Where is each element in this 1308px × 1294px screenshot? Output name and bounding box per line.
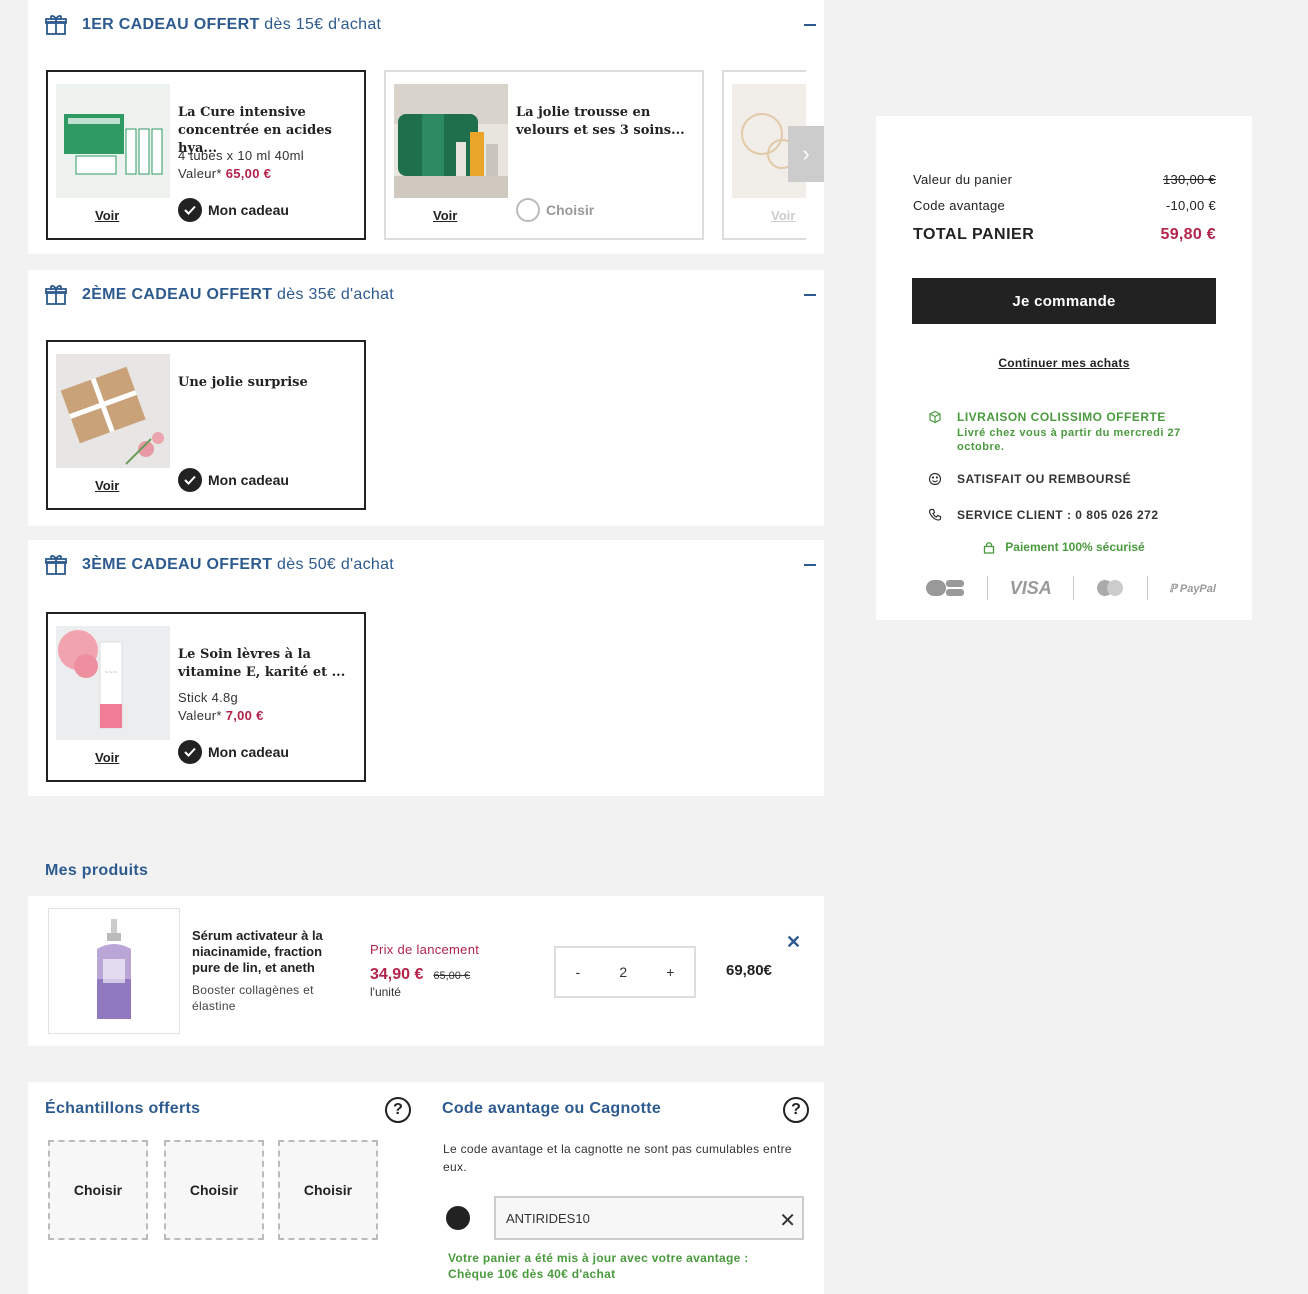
paypal-icon: ℙ PayPal <box>1169 582 1216 595</box>
divider <box>1073 576 1075 600</box>
voir-link[interactable]: Voir <box>95 750 119 765</box>
remove-icon[interactable]: ✕ <box>786 932 801 953</box>
product-subtitle: Booster collagènes et élastine <box>192 983 314 1013</box>
continue-shopping-link[interactable]: Continuer mes achats <box>876 356 1252 370</box>
clear-icon[interactable]: ✕ <box>779 1208 796 1233</box>
payment-logos: VISA ℙ PayPal <box>926 576 1216 600</box>
help-icon[interactable]: ? <box>385 1097 411 1123</box>
code-success-message: Votre panier a été mis à jour avec votre… <box>448 1251 749 1281</box>
box-icon <box>929 410 941 424</box>
gift-image <box>56 84 170 198</box>
phone-icon <box>928 508 942 521</box>
gift-selected[interactable]: Mon cadeau <box>178 740 289 764</box>
quantity-stepper: - 2 + <box>554 946 696 998</box>
check-icon <box>178 198 202 222</box>
gift-image: ~~~ <box>56 626 170 740</box>
delivery-info: LIVRAISON COLISSIMO OFFERTE Livré chez v… <box>928 410 1197 454</box>
gift-section-title: 1ER CADEAU OFFERT dès 15€ d'achat <box>82 16 382 33</box>
sample-slot[interactable]: Choisir <box>48 1140 148 1240</box>
gift-name: La jolie trousse en velours et ses 3 soi… <box>516 105 685 138</box>
lock-icon <box>984 541 995 554</box>
gift-value: Valeur* 7,00 € <box>178 708 264 723</box>
product-price: 34,90 € 65,00 € <box>370 966 470 984</box>
sample-slot[interactable]: Choisir <box>278 1140 378 1240</box>
cb-card-icon <box>926 580 964 596</box>
gift-section-1: 1ER CADEAU OFFERT dès 15€ d'achat La Cur… <box>28 0 824 254</box>
samples-title: Échantillons offerts <box>45 1100 201 1117</box>
gift-section-title: 2ÈME CADEAU OFFERT dès 35€ d'achat <box>82 286 395 303</box>
gift-qty: 4 tubes x 10 ml 40ml <box>178 148 304 163</box>
gift-name: Une jolie surprise <box>178 375 308 390</box>
collapse-icon[interactable] <box>804 564 816 566</box>
gift-qty: Stick 4.8g <box>178 690 239 705</box>
cart-value-row: Valeur du panier 130,00 € <box>913 172 1216 187</box>
current-price: 34,90 € <box>370 966 424 983</box>
radio-selected[interactable] <box>446 1206 470 1230</box>
secure-payment: Paiement 100% sécurisé <box>876 540 1252 554</box>
gift-card-selected[interactable]: ~~~ Le Soin lèvres à la vitamine E, kari… <box>46 612 366 782</box>
code-title: Code avantage ou Cagnotte <box>442 1100 662 1117</box>
gift-selected[interactable]: Mon cadeau <box>178 468 289 492</box>
gift-choose[interactable]: Choisir <box>516 198 594 222</box>
help-icon[interactable]: ? <box>783 1097 809 1123</box>
gift-image <box>394 84 508 198</box>
check-icon <box>178 468 202 492</box>
chevron-right-icon[interactable]: › <box>788 126 824 182</box>
increment-button[interactable]: + <box>666 964 674 980</box>
decrement-button[interactable]: - <box>576 964 581 980</box>
gift-icon <box>45 555 67 575</box>
gift-card-selected[interactable]: Une jolie surprise Voir Mon cadeau <box>46 340 366 510</box>
gift-section-header[interactable]: 1ER CADEAU OFFERT dès 15€ d'achat <box>44 0 808 50</box>
sample-slot[interactable]: Choisir <box>164 1140 264 1240</box>
launch-label: Prix de lancement <box>370 942 480 957</box>
samples-code-panel: Échantillons offerts ? Choisir Choisir C… <box>28 1082 824 1294</box>
order-summary: Valeur du panier 130,00 € Code avantage -1… <box>876 116 1252 620</box>
gift-icon <box>45 285 67 305</box>
unit-label: l'unité <box>370 985 401 999</box>
collapse-icon[interactable] <box>804 24 816 26</box>
gift-section-title: 3ÈME CADEAU OFFERT dès 50€ d'achat <box>82 556 395 573</box>
gift-card[interactable]: La jolie trousse en velours et ses 3 soi… <box>384 70 704 240</box>
products-title: Mes produits <box>45 862 149 879</box>
gift-value: Valeur* 65,00 € <box>178 166 272 181</box>
mastercard-icon <box>1097 580 1124 596</box>
order-button[interactable]: Je commande <box>912 278 1216 324</box>
svg-text:~~~: ~~~ <box>105 670 118 676</box>
code-input[interactable]: ANTIRIDES10 ✕ <box>494 1196 804 1240</box>
product-name[interactable]: Sérum activateur à la niacinamide, fract… <box>192 928 342 976</box>
collapse-icon[interactable] <box>804 294 816 296</box>
gift-icon <box>45 15 67 35</box>
gift-section-header[interactable]: 3ÈME CADEAU OFFERT dès 50€ d'achat <box>44 540 808 590</box>
code-row: Code avantage -10,00 € <box>913 198 1216 213</box>
total-row: TOTAL PANIER 59,80 € <box>913 226 1216 243</box>
visa-icon: VISA <box>1009 577 1052 598</box>
voir-link[interactable]: Voir <box>95 478 119 493</box>
voir-link[interactable]: Voir <box>771 208 795 223</box>
gift-section-header[interactable]: 2ÈME CADEAU OFFERT dès 35€ d'achat <box>44 270 808 320</box>
customer-service-info: SERVICE CLIENT : 0 805 026 272 <box>928 508 1159 522</box>
check-icon <box>178 740 202 764</box>
code-description: Le code avantage et la cagnotte ne sont … <box>443 1142 792 1174</box>
voir-link[interactable]: Voir <box>433 208 457 223</box>
radio-icon <box>516 198 540 222</box>
voir-link[interactable]: Voir <box>95 208 119 223</box>
gift-section-3: 3ÈME CADEAU OFFERT dès 50€ d'achat ~~~ L… <box>28 540 824 796</box>
guarantee-info: SATISFAIT OU REMBOURSÉ <box>928 472 1131 486</box>
gift-section-2: 2ÈME CADEAU OFFERT dès 35€ d'achat Une j… <box>28 270 824 526</box>
divider <box>1146 576 1148 600</box>
line-total: 69,80€ <box>726 962 772 979</box>
gift-selected[interactable]: Mon cadeau <box>178 198 289 222</box>
old-price: 65,00 € <box>433 970 471 982</box>
quantity-value[interactable]: 2 <box>619 964 627 980</box>
gift-name: Le Soin lèvres à la vitamine E, karité e… <box>178 647 346 680</box>
divider <box>987 576 989 600</box>
smile-icon <box>928 472 942 486</box>
cart-item: Sérum activateur à la niacinamide, fract… <box>28 896 824 1046</box>
product-image[interactable] <box>48 908 180 1034</box>
gift-image <box>56 354 170 468</box>
gift-card-selected[interactable]: La Cure intensive concentrée en acides h… <box>46 70 366 240</box>
